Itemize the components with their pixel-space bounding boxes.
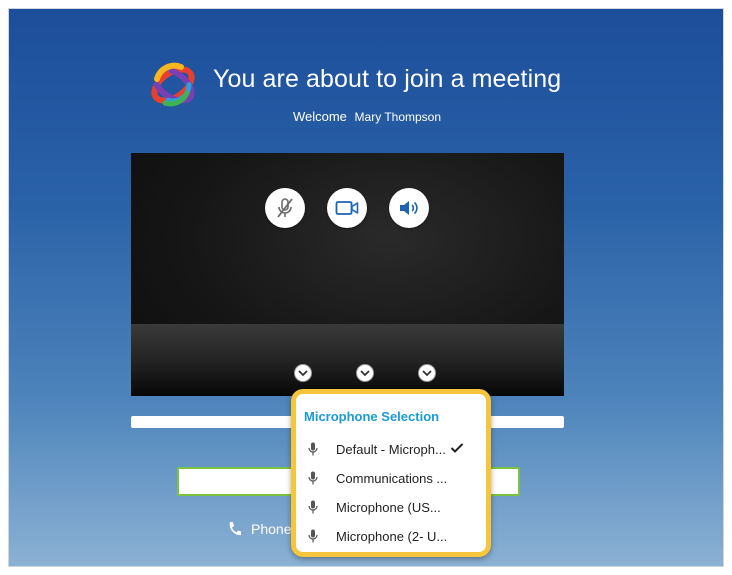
- chevron-down-icon: [360, 370, 370, 377]
- checkmark-icon: [450, 442, 464, 457]
- page-title: You are about to join a meeting: [213, 65, 562, 93]
- microphone-muted-icon: [277, 198, 293, 218]
- microphone-icon: [306, 471, 320, 485]
- microphone-option-label: Default - Microph...: [336, 441, 446, 457]
- camera-toggle-button[interactable]: [327, 188, 367, 228]
- speaker-toggle-button[interactable]: [389, 188, 429, 228]
- welcome-label: Welcome: [292, 109, 347, 124]
- welcome-line: Welcome Mary Thompson: [9, 109, 723, 124]
- join-meeting-window: You are about to join a meeting Welcome …: [8, 8, 724, 567]
- chevron-down-icon: [298, 370, 308, 377]
- microphone-option[interactable]: Microphone (2- U...: [306, 525, 482, 547]
- chevron-down-icon: [422, 370, 432, 377]
- microphone-option[interactable]: Communications ...: [306, 467, 482, 489]
- mute-microphone-button[interactable]: [265, 188, 305, 228]
- microphone-icon: [306, 529, 320, 543]
- microphone-option-label: Microphone (US...: [336, 499, 441, 515]
- microphone-option-label: Microphone (2- U...: [336, 528, 448, 544]
- phone-audio-option[interactable]: Phone: [227, 521, 291, 537]
- phone-label: Phone: [251, 521, 292, 537]
- microphone-option[interactable]: Default - Microph...: [306, 438, 482, 460]
- camera-options-chevron[interactable]: [356, 364, 374, 382]
- phone-icon: [229, 522, 241, 536]
- user-name: Mary Thompson: [354, 110, 442, 124]
- microphone-options-chevron[interactable]: [294, 364, 312, 382]
- microphone-option-label: Communications ...: [336, 470, 448, 486]
- speaker-options-chevron[interactable]: [418, 364, 436, 382]
- speaker-icon: [400, 201, 418, 215]
- microphone-selection-dropdown: Microphone Selection Default - Microph..…: [291, 389, 491, 557]
- microphone-icon: [306, 500, 320, 514]
- video-control-bar: [131, 324, 564, 396]
- microphone-icon: [306, 442, 320, 456]
- video-camera-icon: [335, 201, 359, 215]
- microphone-option[interactable]: Microphone (US...: [306, 496, 482, 518]
- dropdown-title: Microphone Selection: [304, 409, 440, 424]
- app-logo-icon: [151, 62, 195, 107]
